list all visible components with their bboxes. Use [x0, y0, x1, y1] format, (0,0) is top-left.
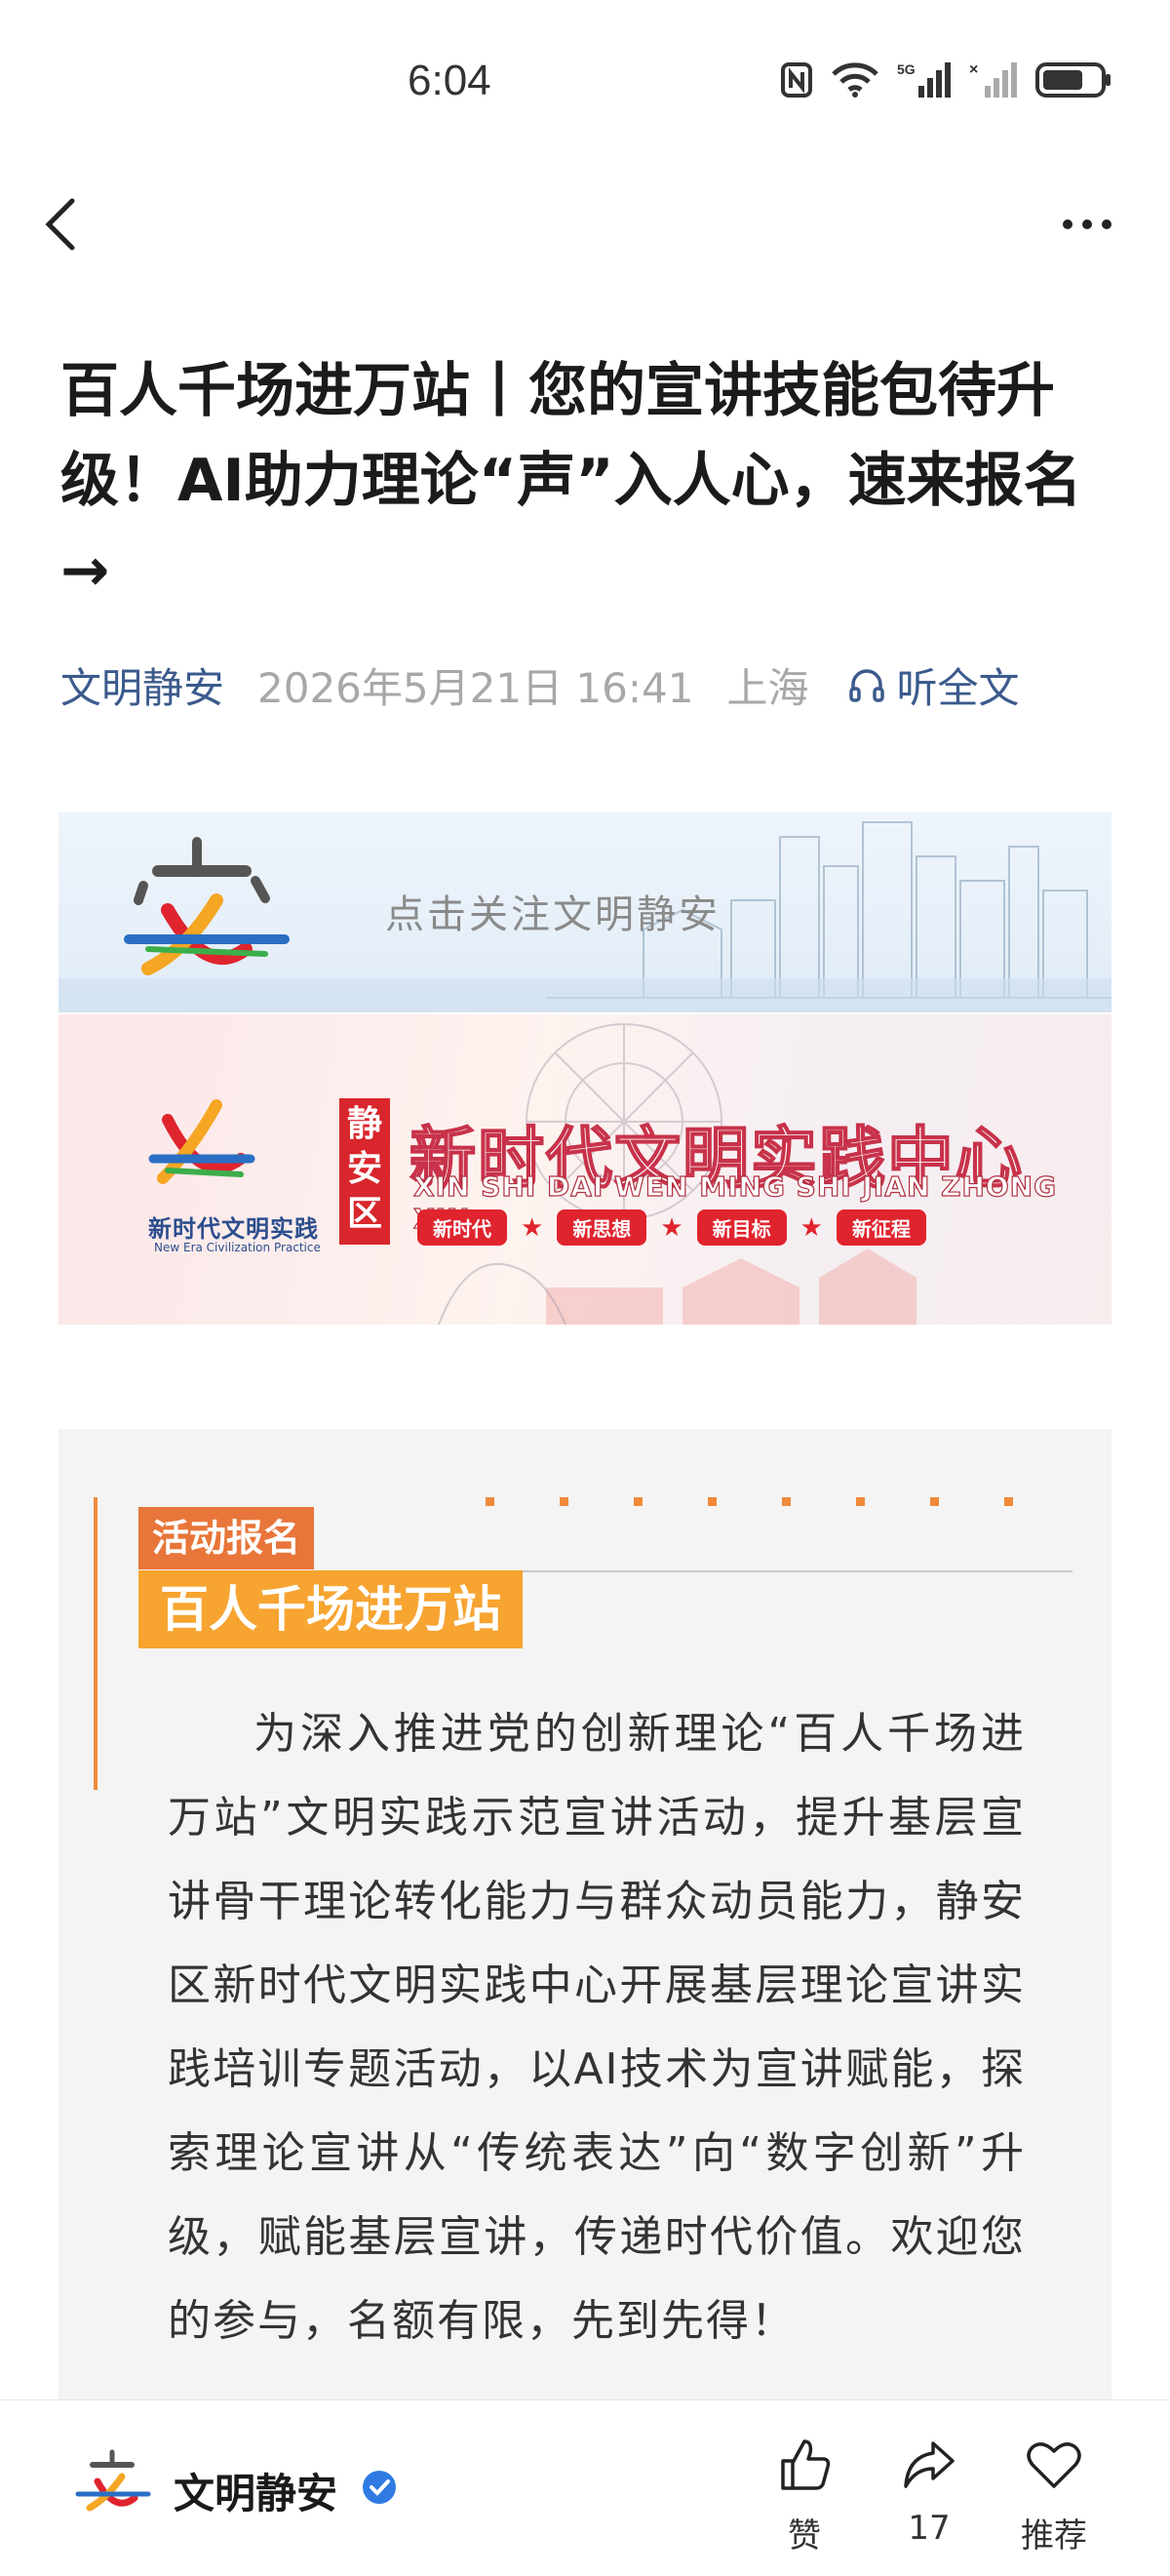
- section-heading: 百人千场进万站: [138, 1570, 523, 1648]
- verified-badge-icon: [363, 2471, 396, 2504]
- publish-date: 2026年5月21日 16:41: [257, 663, 694, 712]
- district-badge: 静安区: [339, 1098, 390, 1245]
- status-bar: 6:04 5G ×: [0, 0, 1170, 166]
- account-name[interactable]: 文明静安: [174, 2461, 337, 2520]
- article-title: 百人千场进万站丨您的宣讲技能包待升级！AI助力理论“声”入人心，速来报名→: [60, 357, 1082, 605]
- section-label: 活动报名: [138, 1507, 315, 1569]
- slogan-tag: 新思想: [557, 1209, 647, 1246]
- slogan-tag: 新征程: [836, 1209, 926, 1246]
- nav-bar: [0, 176, 1170, 273]
- publish-location: 上海: [726, 663, 809, 712]
- slogan-tag: 新目标: [696, 1209, 787, 1246]
- back-button[interactable]: [35, 189, 94, 258]
- listen-label: 听全文: [896, 663, 1020, 712]
- signal-5g-icon: 5G: [897, 61, 951, 98]
- battery-icon: [1035, 62, 1111, 98]
- more-dot-icon: [1102, 219, 1112, 229]
- practice-logo-caption: 新时代文明实践: [148, 1215, 319, 1243]
- more-dot-icon: [1063, 219, 1072, 229]
- event-card: 活动报名 百人千场进万站 为深入推进党的创新理论“百人千场进万站”文明实践示范宣…: [58, 1429, 1112, 2404]
- nfc-icon: [781, 62, 812, 98]
- more-button[interactable]: [1053, 195, 1121, 254]
- accent-dots: [486, 1497, 1013, 1506]
- share-count: 17: [908, 2509, 951, 2548]
- star-icon: ★: [800, 1212, 823, 1243]
- thumbs-up-icon: [781, 2439, 831, 2490]
- share-icon: [904, 2441, 955, 2488]
- status-time: 6:04: [408, 57, 491, 104]
- practice-logo-caption-en: New Era Civilization Practice: [154, 1241, 321, 1254]
- svg-text:5G: 5G: [897, 61, 916, 77]
- signal-icon: ×: [969, 61, 1017, 98]
- like-label: 赞: [788, 2517, 821, 2556]
- practice-logo: [148, 1099, 255, 1184]
- slogan-tags: 新时代 ★ 新思想 ★ 新目标 ★ 新征程: [417, 1209, 926, 1246]
- listen-button[interactable]: 听全文: [847, 655, 1020, 715]
- more-dot-icon: [1082, 219, 1092, 229]
- practice-center-banner: 新时代文明实践 New Era Civilization Practice 静安…: [58, 1014, 1112, 1325]
- follow-text: 点击关注文明静安: [385, 892, 721, 937]
- svg-text:×: ×: [969, 61, 978, 78]
- status-icons: 5G ×: [780, 60, 1113, 99]
- like-button[interactable]: 赞: [760, 2436, 848, 2556]
- headphones-icon: [849, 669, 885, 702]
- chevron-left-icon: [45, 198, 75, 251]
- star-icon: ★: [521, 1212, 544, 1243]
- slogan-tag: 新时代: [417, 1209, 507, 1246]
- recommend-button[interactable]: 推荐: [1010, 2436, 1098, 2556]
- accent-line: [94, 1497, 98, 1790]
- star-icon: ★: [660, 1212, 683, 1243]
- wenming-jingan-logo: [124, 837, 290, 975]
- wifi-icon: [832, 62, 878, 98]
- follow-banner[interactable]: 点击关注文明静安: [58, 812, 1112, 1012]
- account-avatar[interactable]: [68, 2447, 156, 2516]
- share-button[interactable]: 17: [885, 2436, 973, 2548]
- article-meta: 文明静安 2026年5月21日 16:41 上海 听全文: [60, 655, 1020, 714]
- author-link[interactable]: 文明静安: [60, 655, 224, 715]
- bottom-bar: 文明静安 赞 17 推荐: [0, 2399, 1170, 2576]
- recommend-label: 推荐: [1021, 2517, 1087, 2556]
- heart-icon: [1027, 2442, 1081, 2488]
- event-paragraph: 为深入推进党的创新理论“百人千场进万站”文明实践示范宣讲活动，提升基层宣讲骨干理…: [168, 1709, 1026, 2346]
